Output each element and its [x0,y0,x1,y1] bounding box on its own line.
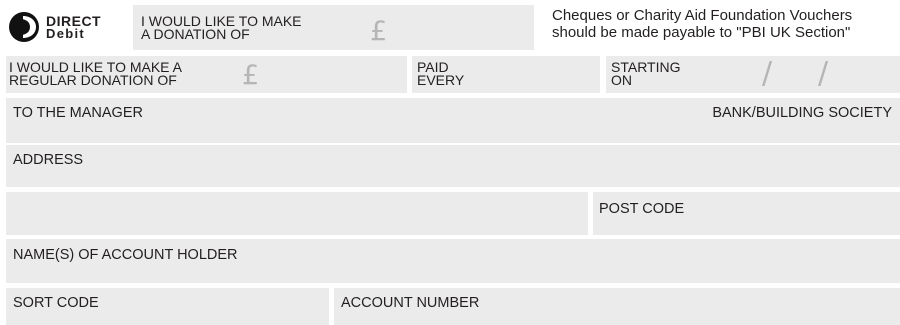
manager-label: TO THE MANAGER [13,105,143,121]
paid-every-label: PAID EVERY [417,60,465,88]
donation-field[interactable]: I WOULD LIKE TO MAKE A DONATION OF £ [133,5,534,50]
sort-code-label: SORT CODE [13,295,99,311]
paid-every-field[interactable]: PAID EVERY [412,56,600,93]
direct-debit-word2: Debit [46,26,85,41]
bank-label: BANK/BUILDING SOCIETY [712,105,892,121]
direct-debit-logo-area: DIRECT Debit [0,0,133,50]
bank-manager-field[interactable]: TO THE MANAGER BANK/BUILDING SOCIETY [6,98,900,143]
date-separator-1: / [762,56,773,91]
donation-label-line2: A DONATION OF [141,26,250,42]
direct-debit-logo-icon [9,12,39,42]
regular-donation-label: I WOULD LIKE TO MAKE A REGULAR DONATION … [9,60,182,88]
account-holder-field[interactable]: NAME(S) OF ACCOUNT HOLDER [6,239,900,283]
donation-label: I WOULD LIKE TO MAKE A DONATION OF [141,14,302,42]
paid-every-line2: EVERY [417,72,465,88]
post-code-field[interactable]: POST CODE [593,192,900,235]
starting-on-field[interactable]: STARTING ON / / [606,56,900,93]
regular-donation-currency: £ [242,60,260,91]
account-holder-label: NAME(S) OF ACCOUNT HOLDER [13,247,238,263]
starting-on-line2: ON [611,72,632,88]
account-number-field[interactable]: ACCOUNT NUMBER [334,288,900,325]
date-separator-2: / [818,56,829,91]
cheques-note-line2: should be made payable to "PBI UK Sectio… [552,24,851,41]
address-line-2-field[interactable] [6,192,588,235]
post-code-label: POST CODE [599,201,685,217]
starting-on-label: STARTING ON [611,60,681,88]
regular-donation-field[interactable]: I WOULD LIKE TO MAKE A REGULAR DONATION … [6,56,407,93]
donation-currency: £ [370,16,388,47]
account-number-label: ACCOUNT NUMBER [341,295,480,311]
regular-donation-line2: REGULAR DONATION OF [9,72,177,88]
cheques-note-line1: Cheques or Charity Aid Foundation Vouche… [552,7,853,24]
address-field[interactable]: ADDRESS [6,145,900,187]
cheques-note: Cheques or Charity Aid Foundation Vouche… [552,7,900,41]
address-label: ADDRESS [13,152,84,168]
sort-code-field[interactable]: SORT CODE [6,288,329,325]
